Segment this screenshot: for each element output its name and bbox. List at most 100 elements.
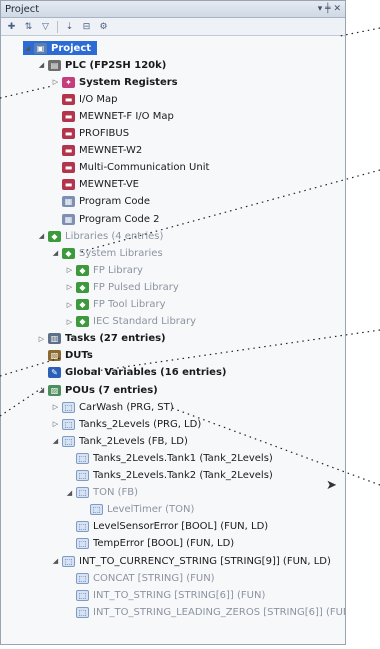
expander-icon[interactable]: ◢: [37, 232, 46, 240]
tree-item[interactable]: ⬚ LevelTimer (TON): [79, 503, 194, 517]
tree-item[interactable]: ◢ ⬚ Tank_2Levels (FB, LD): [51, 434, 188, 448]
expander-icon[interactable]: ◢: [23, 44, 32, 52]
tree-item[interactable]: ⬚ LevelSensorError [BOOL] (FUN, LD): [65, 520, 268, 534]
filter-icon[interactable]: ▽: [39, 20, 52, 33]
function-block-icon: ⬚: [62, 435, 75, 447]
tree-item-label: TON (FB): [93, 487, 139, 499]
tree-item[interactable]: ▷ ◆ FP Pulsed Library: [65, 280, 179, 294]
sort-icon[interactable]: ⇅: [22, 20, 35, 33]
plc-icon: ▤: [48, 59, 61, 71]
expander-icon[interactable]: ◢: [51, 249, 60, 257]
expander-icon[interactable]: ▷: [51, 403, 60, 411]
tree-item-label: I/O Map: [79, 93, 118, 105]
panel-title-bar: Project ▾ ╪ ✕: [1, 1, 345, 18]
tree-item[interactable]: ▦ Program Code 2: [51, 212, 160, 226]
tree-item[interactable]: ▷ ⬚ CarWash (PRG, ST): [51, 400, 174, 414]
function-icon: ⬚: [76, 606, 89, 618]
library-icon: ◆: [76, 264, 89, 276]
tree-item[interactable]: ⬚ CONCAT [STRING] (FUN): [65, 571, 215, 585]
tree-item[interactable]: ◢ ▣ Project: [23, 41, 98, 55]
tree-item[interactable]: ⬚ Tanks_2Levels.Tank2 (Tank_2Levels): [65, 469, 273, 483]
tree-item-label: IEC Standard Library: [93, 316, 197, 328]
collapse-icon[interactable]: ⊟: [80, 20, 93, 33]
properties-icon[interactable]: ⚙: [97, 20, 110, 33]
expander-icon[interactable]: ◢: [51, 557, 60, 565]
expander-icon[interactable]: ◢: [65, 489, 74, 497]
leader-line-project: [339, 27, 380, 37]
tree-item-label: System Libraries: [79, 247, 163, 259]
tree-item-label: Project: [51, 42, 92, 54]
tree-item[interactable]: ▷ ✦ System Registers: [51, 75, 178, 89]
tree-item-label: Tanks_2Levels.Tank1 (Tank_2Levels): [93, 452, 273, 464]
tree-item[interactable]: ▷ ▥ Tasks (27 entries): [37, 332, 166, 346]
expander-icon[interactable]: ▷: [51, 420, 60, 428]
tree-item-label: Tanks_2Levels (PRG, LD): [79, 418, 202, 430]
tree-item-label: CarWash (PRG, ST): [79, 401, 174, 413]
tree-item[interactable]: ▬ Multi-Communication Unit: [51, 161, 209, 175]
expander-icon[interactable]: ▷: [65, 283, 74, 291]
expander-icon[interactable]: ▷: [65, 318, 74, 326]
add-icon[interactable]: ✚: [5, 20, 18, 33]
expander-icon[interactable]: ▷: [37, 335, 46, 343]
tree-item[interactable]: ◢ ▨ POUs (7 entries): [37, 383, 158, 397]
tree-item[interactable]: ▷ ◆ IEC Standard Library: [65, 315, 196, 329]
function-icon: ⬚: [76, 589, 89, 601]
duts-icon: ▧: [48, 350, 61, 362]
tree-item[interactable]: ▷ ◆ FP Tool Library: [65, 298, 166, 312]
tree-item[interactable]: ◢ ◆ System Libraries: [51, 246, 163, 260]
expander-icon[interactable]: ▷: [65, 301, 74, 309]
tree-item[interactable]: ▬ MEWNET-F I/O Map: [51, 109, 174, 123]
tree-item-label: Multi-Communication Unit: [79, 162, 210, 174]
tree-item[interactable]: ▬ PROFIBUS: [51, 127, 129, 141]
tree-item[interactable]: ◢ ⬚ INT_TO_CURRENCY_STRING [STRING[9]] (FU…: [51, 554, 331, 568]
tree-item[interactable]: ⬚ TempError [BOOL] (FUN, LD): [65, 537, 234, 551]
tree-item-label: Program Code 2: [79, 213, 160, 225]
panel-window-controls[interactable]: ▾ ╪ ✕: [318, 4, 341, 14]
tasks-icon: ▥: [48, 333, 61, 345]
profibus-icon: ▬: [62, 128, 75, 139]
expander-icon[interactable]: ◢: [37, 386, 46, 394]
function-icon: ⬚: [76, 521, 89, 533]
expander-icon[interactable]: ◢: [37, 61, 46, 69]
tree-item[interactable]: ▦ Program Code: [51, 195, 150, 209]
mewnet-ve-icon: ▬: [62, 179, 75, 191]
tree-item[interactable]: ◢ ▤ PLC (FP2SH 120k): [37, 58, 166, 72]
tree-item[interactable]: ✎ Global Variables (16 entries): [37, 366, 226, 380]
tree-item-label: Global Variables (16 entries): [65, 367, 227, 379]
tree-item-label: TempError [BOOL] (FUN, LD): [93, 538, 235, 550]
tree-item[interactable]: ⬚ INT_TO_STRING_LEADING_ZEROS [STRING[6]]…: [65, 605, 345, 619]
project-panel: Project ▾ ╪ ✕ ✚ ⇅ ▽ ⇣ ⊟ ⚙ ◢ ▣ Project ◢ ▤ PLC…: [0, 0, 346, 645]
tree-item[interactable]: ⬚ Tanks_2Levels.Tank1 (Tank_2Levels): [65, 451, 273, 465]
tree-item[interactable]: ◢ ◆ Libraries (4 entries): [37, 229, 163, 243]
tree-item-label: Program Code: [79, 196, 150, 208]
pous-icon: ▨: [48, 384, 61, 396]
tree-item[interactable]: ▬ I/O Map: [51, 92, 117, 106]
project-tree: ◢ ▣ Project ◢ ▤ PLC (FP2SH 120k) ▷ ✦ System Regi…: [1, 37, 345, 644]
sort-alpha-icon[interactable]: ⇣: [63, 20, 76, 33]
toolbar-separator: [57, 20, 58, 33]
instance-icon: ⬚: [76, 452, 89, 464]
expander-icon[interactable]: ▷: [65, 266, 74, 274]
tree-item[interactable]: ▷ ⬚ Tanks_2Levels (PRG, LD): [51, 417, 201, 431]
tree-item[interactable]: ▧ DUTs: [37, 349, 93, 363]
tree-item-label: PLC (FP2SH 120k): [65, 59, 167, 71]
multi-comm-icon: ▬: [62, 162, 75, 174]
tree-item[interactable]: ⬚ INT_TO_STRING [STRING[6]] (FUN): [65, 588, 265, 602]
tree-item-label: System Registers: [79, 76, 178, 88]
tree-item[interactable]: ▬ MEWNET-W2: [51, 144, 142, 158]
global-variables-icon: ✎: [48, 367, 61, 379]
instance-icon: ⬚: [90, 504, 103, 516]
system-libraries-icon: ◆: [62, 247, 75, 259]
library-icon: ◆: [76, 281, 89, 293]
expander-icon[interactable]: ◢: [51, 437, 60, 445]
tree-item-label: MEWNET-VE: [79, 179, 140, 191]
tree-item-label: Tanks_2Levels.Tank2 (Tank_2Levels): [93, 470, 273, 481]
function-icon: ⬚: [76, 538, 89, 550]
expander-icon[interactable]: ▷: [51, 78, 60, 86]
function-icon: ⬚: [62, 555, 75, 567]
tree-item-label: MEWNET-F I/O Map: [79, 110, 174, 122]
library-icon: ◆: [76, 299, 89, 310]
tree-item[interactable]: ◢ ⬚ TON (FB): [65, 486, 138, 500]
tree-item[interactable]: ▬ MEWNET-VE: [51, 178, 139, 192]
tree-item[interactable]: ▷ ◆ FP Library: [65, 263, 143, 277]
